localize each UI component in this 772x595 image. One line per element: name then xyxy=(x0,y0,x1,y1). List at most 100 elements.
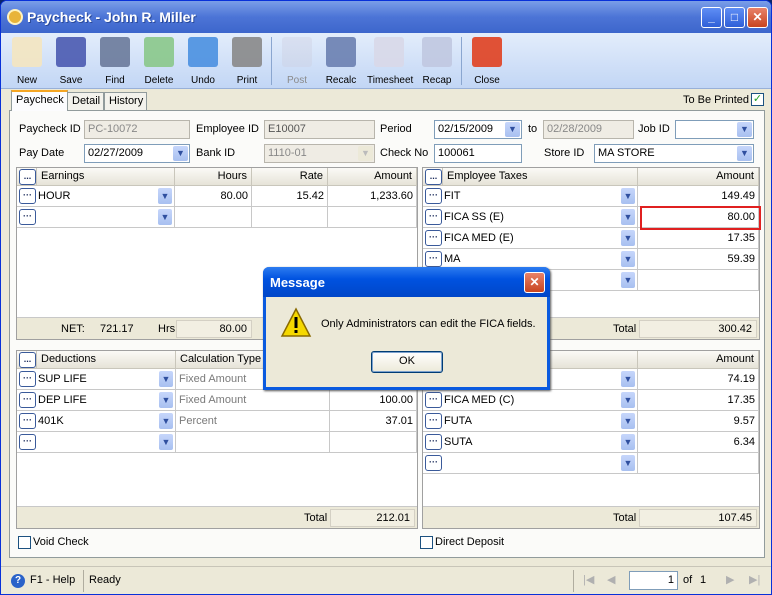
ellipsis-button[interactable]: ··· xyxy=(425,188,442,204)
chevron-down-icon[interactable]: ▼ xyxy=(505,122,520,137)
grid-cell[interactable] xyxy=(17,432,176,453)
ellipsis-button[interactable]: ··· xyxy=(19,188,36,204)
to-be-printed-checkbox[interactable]: ✓ xyxy=(751,93,764,106)
chevron-down-icon[interactable]: ▼ xyxy=(621,413,635,429)
void-check-checkbox[interactable] xyxy=(18,536,31,549)
ellipsis-button[interactable]: ... xyxy=(19,169,36,185)
column-header[interactable]: Employee Taxes xyxy=(443,168,638,186)
tab-paycheck[interactable]: Paycheck xyxy=(11,90,68,111)
chevron-down-icon[interactable]: ▼ xyxy=(621,230,635,246)
grid-cell[interactable]: 17.35 xyxy=(638,390,759,411)
grid-cell[interactable]: 9.57 xyxy=(638,411,759,432)
close-window-button[interactable]: ✕ xyxy=(747,7,768,28)
chevron-down-icon[interactable]: ▼ xyxy=(159,392,173,408)
ellipsis-button[interactable]: ··· xyxy=(19,392,36,408)
chevron-down-icon[interactable]: ▼ xyxy=(158,188,172,204)
ellipsis-button[interactable]: ··· xyxy=(19,209,36,225)
grid-cell[interactable]: FICA SS (E) xyxy=(423,207,638,228)
grid-cell[interactable] xyxy=(252,207,328,228)
chevron-down-icon[interactable]: ▼ xyxy=(158,209,172,225)
help-text[interactable]: F1 - Help xyxy=(30,574,75,586)
chevron-down-icon[interactable]: ▼ xyxy=(621,392,635,408)
column-header[interactable]: Deductions xyxy=(37,351,176,369)
check-no-field[interactable]: 100061 xyxy=(434,144,522,163)
grid-cell[interactable]: 74.19 xyxy=(638,369,759,390)
grid-cell[interactable]: 37.01 xyxy=(330,411,417,432)
ellipsis-button[interactable]: ··· xyxy=(19,413,36,429)
grid-cell[interactable]: 100.00 xyxy=(330,390,417,411)
toolbar-find-button[interactable]: Find xyxy=(93,35,137,87)
toolbar-close-button[interactable]: Close xyxy=(465,35,509,87)
grid-cell[interactable]: FICA MED (C) xyxy=(423,390,638,411)
ellipsis-button[interactable]: ··· xyxy=(425,455,442,471)
ellipsis-button[interactable]: ··· xyxy=(425,434,442,450)
grid-cell[interactable] xyxy=(175,207,252,228)
chevron-down-icon[interactable]: ▼ xyxy=(159,371,173,387)
pay-date-field[interactable]: 02/27/2009 ▼ xyxy=(84,144,190,163)
chevron-down-icon[interactable]: ▼ xyxy=(737,122,752,137)
page-number-input[interactable]: 1 xyxy=(629,571,678,590)
grid-cell[interactable] xyxy=(638,270,759,291)
grid-cell[interactable] xyxy=(330,432,417,453)
grid-cell[interactable]: 59.39 xyxy=(638,249,759,270)
next-page-icon[interactable]: ▶ xyxy=(726,573,734,586)
chevron-down-icon[interactable]: ▼ xyxy=(173,146,188,161)
chevron-down-icon[interactable]: ▼ xyxy=(621,455,635,471)
ellipsis-button[interactable]: ··· xyxy=(425,392,442,408)
chevron-down-icon[interactable]: ▼ xyxy=(621,371,635,387)
grid-cell[interactable] xyxy=(423,453,638,474)
toolbar-undo-button[interactable]: Undo xyxy=(181,35,225,87)
toolbar-recap-button[interactable]: Recap xyxy=(415,35,459,87)
chevron-down-icon[interactable]: ▼ xyxy=(737,146,752,161)
ellipsis-button[interactable]: ··· xyxy=(425,209,442,225)
dialog-close-button[interactable]: ✕ xyxy=(524,272,545,293)
minimize-button[interactable]: _ xyxy=(701,7,722,28)
ellipsis-button[interactable]: ··· xyxy=(425,230,442,246)
first-page-icon[interactable]: |◀ xyxy=(583,573,594,586)
grid-cell[interactable]: FUTA xyxy=(423,411,638,432)
ellipsis-button[interactable]: ... xyxy=(425,169,442,185)
grid-cell[interactable] xyxy=(17,207,175,228)
grid-cell[interactable] xyxy=(328,207,417,228)
chevron-down-icon[interactable]: ▼ xyxy=(621,209,635,225)
chevron-down-icon[interactable]: ▼ xyxy=(621,188,635,204)
column-header[interactable]: Rate xyxy=(252,168,328,186)
ellipsis-button[interactable]: ··· xyxy=(19,434,36,450)
grid-cell[interactable]: Percent xyxy=(176,411,330,432)
ellipsis-button[interactable]: ··· xyxy=(425,251,442,267)
ellipsis-button[interactable]: ··· xyxy=(425,413,442,429)
ellipsis-button[interactable]: ... xyxy=(19,352,36,368)
toolbar-delete-button[interactable]: Delete xyxy=(137,35,181,87)
ellipsis-button[interactable]: ··· xyxy=(19,371,36,387)
chevron-down-icon[interactable]: ▼ xyxy=(159,413,173,429)
grid-cell[interactable]: 80.00 xyxy=(175,186,252,207)
grid-cell[interactable]: 15.42 xyxy=(252,186,328,207)
toolbar-new-button[interactable]: New xyxy=(5,35,49,87)
ok-button[interactable]: OK xyxy=(371,351,443,373)
toolbar-print-button[interactable]: Print xyxy=(225,35,269,87)
toolbar-timesheet-button[interactable]: Timesheet xyxy=(367,35,413,87)
grid-cell[interactable]: SUTA xyxy=(423,432,638,453)
tab-detail[interactable]: Detail xyxy=(67,92,104,111)
column-header[interactable]: Amount xyxy=(638,351,759,369)
previous-page-icon[interactable]: ◀ xyxy=(607,573,615,586)
grid-cell[interactable]: FICA MED (E) xyxy=(423,228,638,249)
column-header[interactable]: Amount xyxy=(328,168,417,186)
grid-cell[interactable]: 149.49 xyxy=(638,186,759,207)
chevron-down-icon[interactable]: ▼ xyxy=(621,434,635,450)
maximize-button[interactable]: □ xyxy=(724,7,745,28)
chevron-down-icon[interactable]: ▼ xyxy=(159,434,173,450)
grid-cell[interactable]: DEP LIFE xyxy=(17,390,176,411)
job-id-select[interactable]: ▼ xyxy=(675,120,754,139)
store-id-select[interactable]: MA STORE ▼ xyxy=(594,144,754,163)
grid-cell[interactable]: SUP LIFE xyxy=(17,369,176,390)
column-header[interactable]: Amount xyxy=(638,168,759,186)
grid-cell[interactable]: 6.34 xyxy=(638,432,759,453)
chevron-down-icon[interactable]: ▼ xyxy=(621,251,635,267)
last-page-icon[interactable]: ▶| xyxy=(749,573,760,586)
column-header[interactable]: Earnings xyxy=(37,168,175,186)
chevron-down-icon[interactable]: ▼ xyxy=(621,272,635,288)
grid-cell[interactable]: Fixed Amount xyxy=(176,390,330,411)
help-icon[interactable]: ? xyxy=(11,574,25,588)
grid-cell[interactable]: HOUR xyxy=(17,186,175,207)
